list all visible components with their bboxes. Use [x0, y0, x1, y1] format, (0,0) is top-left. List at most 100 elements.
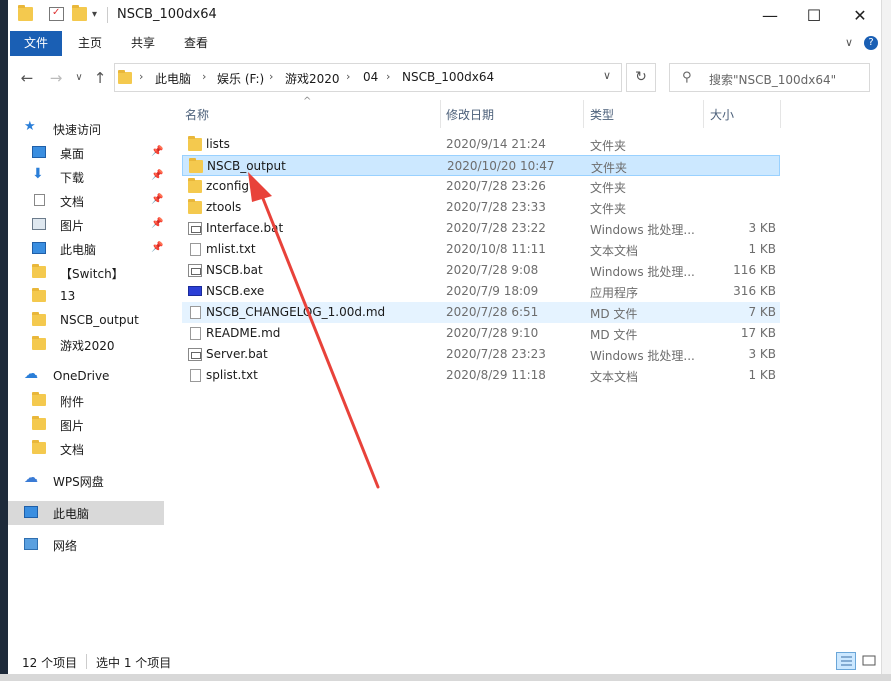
sidebar-item-pictures[interactable]: 图片 📌: [8, 213, 164, 237]
folder-icon: [32, 392, 46, 406]
file-row[interactable]: Interface.bat 2020/7/28 23:22 Windows 批处…: [182, 218, 780, 239]
file-row[interactable]: lists 2020/9/14 21:24 文件夹: [182, 134, 780, 155]
sidebar-item-this-pc-pinned[interactable]: 此电脑 📌: [8, 237, 164, 261]
sidebar-item-13[interactable]: 13: [8, 285, 164, 309]
tab-home[interactable]: 主页: [78, 31, 102, 56]
address-dropdown-icon[interactable]: ∨: [603, 69, 611, 82]
sidebar-item-games2020[interactable]: 游戏2020: [8, 333, 164, 357]
back-arrow-icon[interactable]: ←: [16, 66, 38, 90]
tab-file[interactable]: 文件: [10, 31, 62, 56]
file-row[interactable]: NSCB.bat 2020/7/28 9:08 Windows 批处理... 1…: [182, 260, 780, 281]
file-row[interactable]: Server.bat 2020/7/28 23:23 Windows 批处理..…: [182, 344, 780, 365]
pin-icon[interactable]: 📌: [151, 146, 163, 157]
file-row[interactable]: README.md 2020/7/28 9:10 MD 文件 17 KB: [182, 323, 780, 344]
sidebar-item-downloads[interactable]: ⬇ 下载 📌: [8, 165, 164, 189]
breadcrumb-games2020[interactable]: 游戏2020: [285, 70, 340, 87]
window-title: NSCB_100dx64: [117, 7, 217, 22]
sidebar-item-network[interactable]: 网络: [8, 533, 164, 557]
sidebar-item-onedrive-pictures[interactable]: 图片: [8, 413, 164, 437]
sidebar-item-label: WPS网盘: [53, 475, 104, 489]
details-view-icon[interactable]: [836, 652, 856, 670]
sidebar-item-this-pc[interactable]: 此电脑: [8, 501, 164, 525]
breadcrumb-drive[interactable]: 娱乐 (F:): [217, 70, 264, 87]
sidebar-item-onedrive-documents[interactable]: 文档: [8, 437, 164, 461]
refresh-icon[interactable]: ↻: [626, 63, 656, 92]
file-size: 116 KB: [733, 263, 776, 277]
close-button[interactable]: ✕: [837, 0, 883, 31]
breadcrumb-04[interactable]: 04: [363, 70, 378, 84]
column-divider[interactable]: [583, 100, 584, 128]
sidebar-item-label: 图片: [60, 219, 85, 233]
column-header-type[interactable]: 类型: [590, 106, 614, 123]
breadcrumb-separator-icon[interactable]: ›: [202, 70, 206, 83]
quick-access-dropdown-icon[interactable]: ▾: [92, 9, 107, 23]
status-selected-count: 选中 1 个项目: [96, 656, 172, 670]
minimize-button[interactable]: —: [747, 0, 793, 31]
column-divider[interactable]: [440, 100, 441, 128]
file-date: 2020/7/28 23:26: [446, 179, 546, 193]
chevron-down-icon[interactable]: ∨: [845, 36, 859, 50]
column-header-size[interactable]: 大小: [710, 106, 734, 123]
new-folder-icon[interactable]: [72, 5, 87, 21]
folder-icon: [188, 199, 202, 214]
sidebar-item-wps[interactable]: ☁ WPS网盘: [8, 469, 164, 493]
sidebar-item-label: OneDrive: [53, 369, 110, 383]
sidebar-item-nscb-output[interactable]: NSCB_output: [8, 309, 164, 333]
pin-icon[interactable]: 📌: [151, 218, 163, 229]
file-row[interactable]: NSCB.exe 2020/7/9 18:09 应用程序 316 KB: [182, 281, 780, 302]
sidebar-item-label: 网络: [53, 539, 78, 553]
column-header-name[interactable]: 名称: [185, 106, 209, 123]
sidebar-item-switch[interactable]: 【Switch】: [8, 261, 164, 285]
file-size: 316 KB: [733, 284, 776, 298]
up-arrow-icon[interactable]: ↑: [89, 66, 111, 90]
sidebar-item-documents[interactable]: 文档 📌: [8, 189, 164, 213]
maximize-button[interactable]: ☐: [791, 0, 837, 31]
breadcrumb-this-pc[interactable]: 此电脑: [155, 70, 191, 87]
large-icons-view-icon[interactable]: [859, 652, 879, 670]
background-desktop-strip: [0, 0, 8, 681]
sidebar-item-label: 文档: [60, 195, 85, 209]
file-row-hover[interactable]: NSCB_CHANGELOG_1.00d.md 2020/7/28 6:51 M…: [182, 302, 780, 323]
file-name: NSCB.bat: [206, 263, 263, 277]
forward-arrow-icon[interactable]: →: [45, 66, 67, 90]
help-icon[interactable]: ?: [864, 36, 878, 50]
sidebar-item-label: NSCB_output: [60, 313, 139, 327]
breadcrumb-current[interactable]: NSCB_100dx64: [402, 70, 494, 84]
sidebar-item-label: 快速访问: [53, 123, 102, 137]
file-type: MD 文件: [590, 328, 638, 342]
sidebar-item-quick-access[interactable]: ★ 快速访问: [8, 117, 164, 141]
pin-icon[interactable]: 📌: [151, 194, 163, 205]
file-name: lists: [206, 137, 230, 151]
column-divider[interactable]: [703, 100, 704, 128]
pin-icon[interactable]: 📌: [151, 242, 163, 253]
breadcrumb-separator-icon[interactable]: ›: [386, 70, 390, 83]
file-row[interactable]: zconfig 2020/7/28 23:26 文件夹: [182, 176, 780, 197]
md-file-icon: [190, 327, 201, 340]
tab-share[interactable]: 共享: [131, 31, 155, 56]
file-type: Windows 批处理...: [590, 265, 695, 279]
breadcrumb-separator-icon[interactable]: ›: [269, 70, 273, 83]
recent-locations-icon[interactable]: ∨: [68, 66, 90, 90]
properties-icon[interactable]: ✓: [49, 7, 64, 21]
computer-icon: [32, 242, 46, 254]
breadcrumb-separator-icon[interactable]: ›: [346, 70, 350, 83]
status-item-count: 12 个项目: [22, 656, 78, 670]
file-row[interactable]: mlist.txt 2020/10/8 11:11 文本文档 1 KB: [182, 239, 780, 260]
star-icon: ★: [24, 119, 36, 134]
sidebar-item-onedrive[interactable]: ☁ OneDrive: [8, 365, 164, 389]
file-row[interactable]: splist.txt 2020/8/29 11:18 文本文档 1 KB: [182, 365, 780, 386]
sidebar-item-label: 下载: [60, 171, 85, 185]
file-row-selected[interactable]: NSCB_output 2020/10/20 10:47 文件夹: [182, 155, 780, 176]
title-divider: [107, 7, 108, 23]
folder-icon: [188, 136, 202, 151]
file-type: 文件夹: [590, 202, 627, 216]
breadcrumb-separator-icon[interactable]: ›: [139, 70, 143, 83]
file-row[interactable]: ztools 2020/7/28 23:33 文件夹: [182, 197, 780, 218]
pin-icon[interactable]: 📌: [151, 170, 163, 181]
column-divider[interactable]: [780, 100, 781, 128]
pictures-icon: [32, 218, 46, 230]
column-header-date[interactable]: 修改日期: [446, 106, 494, 123]
sidebar-item-desktop[interactable]: 桌面 📌: [8, 141, 164, 165]
sidebar-item-onedrive-attachments[interactable]: 附件: [8, 389, 164, 413]
tab-view[interactable]: 查看: [184, 31, 208, 56]
